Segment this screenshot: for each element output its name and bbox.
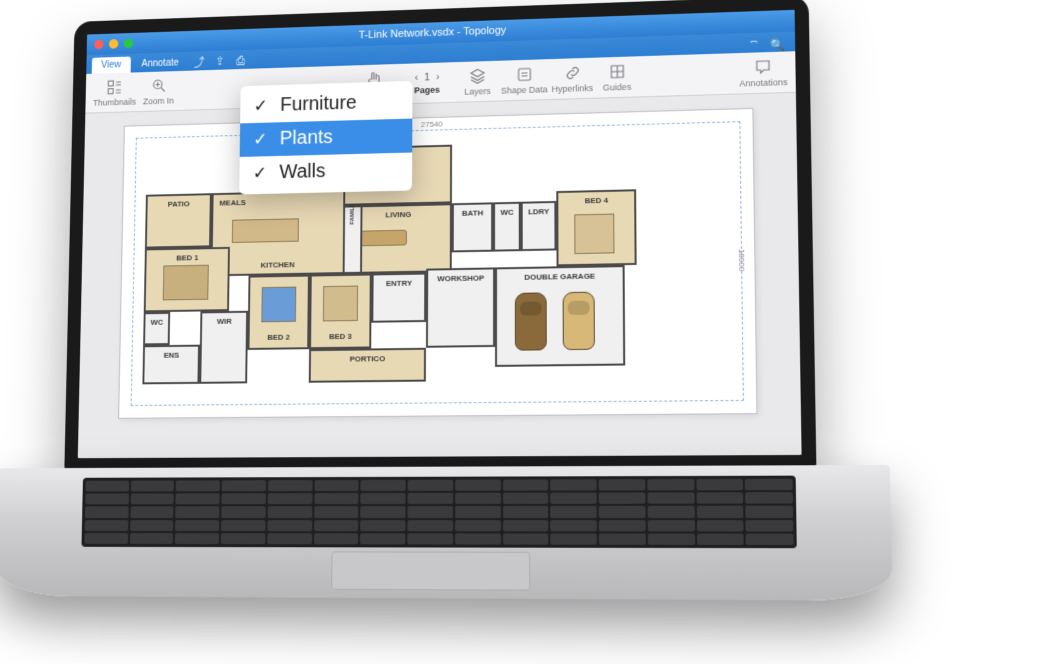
page-number: 1: [424, 71, 430, 83]
share-icon[interactable]: ⤴: [190, 53, 209, 71]
bed3-bed: [323, 286, 358, 322]
layer-item-plants[interactable]: ✓ Plants: [240, 119, 413, 157]
zoom-in-icon: [150, 77, 167, 95]
close-icon[interactable]: [94, 40, 103, 50]
room-wc2: WC: [493, 202, 521, 252]
zoom-icon[interactable]: [124, 39, 133, 49]
traffic-lights: [94, 39, 133, 50]
layers-icon: [469, 66, 487, 84]
car-left: [515, 292, 547, 350]
shape-data-icon: [515, 65, 533, 83]
layer-label: Furniture: [280, 92, 357, 116]
annotations-button[interactable]: Annotations: [739, 57, 788, 88]
bed1-bed: [163, 265, 209, 301]
room-family: FAMILY: [345, 205, 363, 274]
room-meals: MEALS KITCHEN: [211, 190, 346, 276]
room-entry: ENTRY: [372, 273, 427, 323]
thumbnails-label: Thumbnails: [93, 96, 136, 107]
layers-label: Layers: [464, 86, 490, 96]
zoom-in-label: Zoom In: [143, 95, 174, 105]
check-icon: ✓: [253, 96, 270, 117]
zoom-in-button[interactable]: Zoom In: [140, 76, 178, 106]
print-icon[interactable]: ⎙: [231, 52, 250, 70]
canvas-width-label: 27540: [421, 120, 443, 129]
room-wir: WIR: [199, 311, 248, 384]
hyperlinks-button[interactable]: Hyperlinks: [552, 63, 594, 94]
layers-button[interactable]: Layers: [458, 66, 497, 96]
room-ens: ENS: [143, 345, 201, 385]
annotations-label: Annotations: [739, 77, 787, 88]
canvas-area[interactable]: 27540 18900 DINING PATIO MEALS KITCHEN: [78, 93, 802, 458]
hyperlinks-label: Hyperlinks: [552, 83, 594, 94]
shape-data-button[interactable]: Shape Data: [501, 65, 548, 96]
room-wc: WC: [143, 312, 170, 345]
thumbnails-icon: [106, 78, 123, 96]
search-icon[interactable]: 🔍: [770, 37, 785, 51]
room-garage: DOUBLE GARAGE: [495, 265, 625, 367]
laptop-trackpad: [331, 551, 530, 590]
annotations-icon: [754, 57, 773, 75]
guides-label: Guides: [603, 81, 631, 92]
room-portico: PORTICO: [309, 348, 426, 383]
next-page-button[interactable]: ›: [436, 71, 440, 83]
bed4-bed: [574, 214, 614, 255]
check-icon: ✓: [253, 129, 270, 150]
laptop-keyboard: [81, 476, 796, 549]
minimize-icon[interactable]: [109, 39, 118, 49]
wifi-icon[interactable]: ⌔: [748, 38, 760, 53]
window-title: T-Link Network.vsdx - Topology: [359, 25, 507, 42]
room-bed3: BED 3: [309, 274, 372, 350]
tab-view[interactable]: View: [92, 57, 131, 74]
check-icon: ✓: [253, 163, 270, 184]
room-bath: BATH: [452, 202, 493, 252]
layer-label: Plants: [280, 127, 333, 151]
guides-button[interactable]: Guides: [597, 62, 637, 93]
prev-page-button[interactable]: ‹: [415, 72, 419, 84]
layer-label: Walls: [279, 161, 325, 184]
room-bed1: BED 1: [144, 247, 230, 312]
shape-data-label: Shape Data: [501, 84, 548, 95]
layer-item-furniture[interactable]: ✓ Furniture: [240, 85, 412, 124]
page-canvas[interactable]: 27540 18900 DINING PATIO MEALS KITCHEN: [118, 108, 757, 418]
floor-plan: DINING PATIO MEALS KITCHEN LIVING: [142, 137, 731, 393]
thumbnails-button[interactable]: Thumbnails: [93, 78, 137, 108]
tab-annotate[interactable]: Annotate: [132, 55, 188, 73]
export-icon[interactable]: ⇪: [210, 52, 229, 70]
room-bed4: BED 4: [556, 189, 636, 266]
room-workshop: WORKSHOP: [426, 267, 495, 347]
room-bed2: BED 2: [248, 275, 310, 350]
layer-item-walls[interactable]: ✓ Walls: [239, 153, 412, 191]
guides-icon: [608, 62, 626, 80]
sofa: [358, 230, 407, 247]
hyperlinks-icon: [563, 63, 581, 81]
dining-table: [232, 218, 299, 243]
room-patio: PATIO: [145, 193, 212, 248]
room-ldry: LDRY: [521, 201, 557, 251]
pages-label: Pages: [414, 84, 440, 94]
car-right: [563, 292, 595, 351]
bed2-bed: [261, 287, 296, 323]
layers-dropdown[interactable]: ✓ Furniture ✓ Plants ✓ Walls: [239, 81, 412, 195]
